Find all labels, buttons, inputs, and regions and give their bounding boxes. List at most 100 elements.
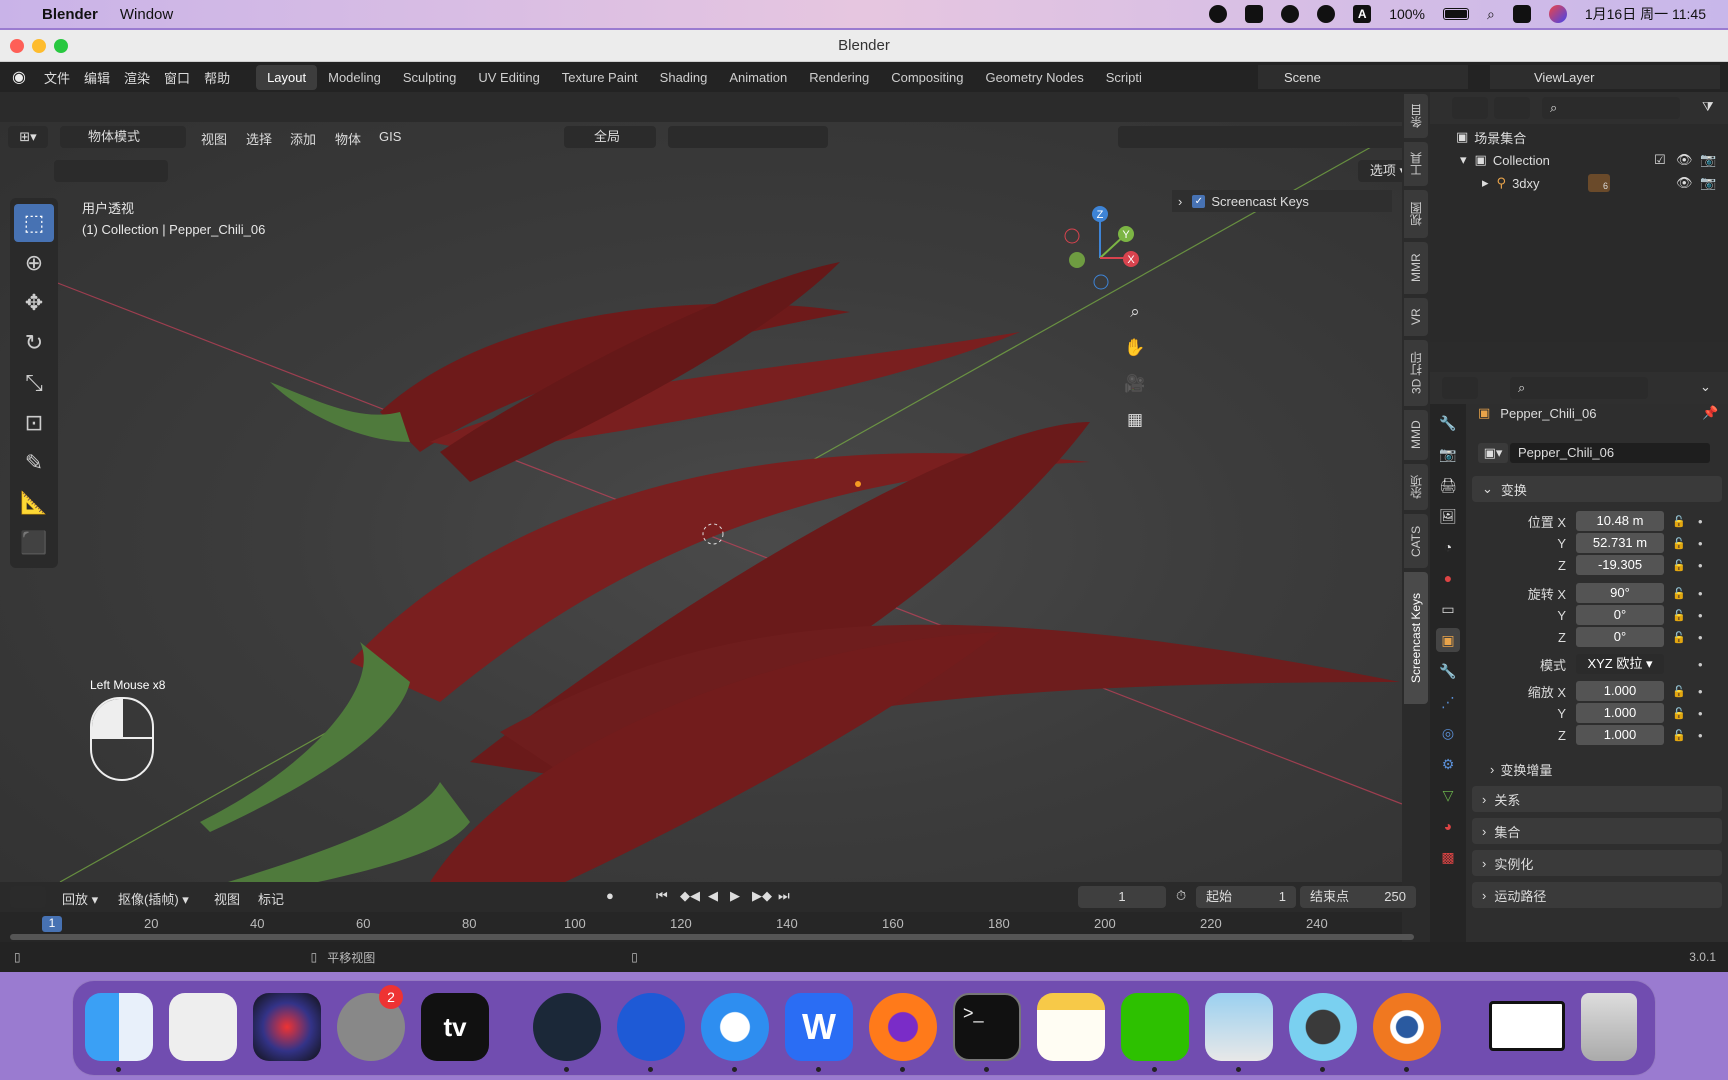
location-y-field[interactable]: 52.731 m [1576, 533, 1664, 553]
instancing-section-header[interactable]: › 实例化 [1472, 850, 1722, 876]
navigation-gizmo[interactable]: Z Y X [1064, 206, 1139, 290]
object-name-field[interactable]: Pepper_Chili_06 [1510, 443, 1710, 463]
scale-y-field[interactable]: 1.000 [1576, 703, 1664, 723]
3d-viewport[interactable]: Z Y X ⊞▾ 物体模式 视图 选择 添加 物体 GIS 全局 选项 ▾ ⬚ … [0, 122, 1402, 882]
object-mode-dropdown[interactable]: 物体模式 [60, 126, 186, 148]
chevron-right-icon[interactable]: › [1178, 194, 1182, 209]
material-tab-icon[interactable]: ◕ [1436, 814, 1460, 838]
properties-search-input[interactable]: ⌕ [1510, 377, 1648, 399]
cursor-tool[interactable]: ⊕ [14, 244, 54, 282]
relations-section-header[interactable]: › 关系 [1472, 786, 1722, 812]
properties-editor-type[interactable] [1442, 377, 1478, 399]
screencast-keys-checkbox[interactable]: ✓ [1192, 194, 1206, 208]
keyframe-dot-icon[interactable]: • [1698, 684, 1703, 699]
camera-view-icon[interactable]: 🎥 [1120, 369, 1150, 399]
lock-icon[interactable]: 🔓 [1672, 707, 1692, 720]
sidebar-tab-misc[interactable]: 杂项 [1404, 464, 1428, 510]
jump-keyframe-back-icon[interactable]: ◆◀ [680, 888, 700, 904]
tab-texture-paint[interactable]: Texture Paint [551, 65, 649, 90]
battery-icon[interactable] [1443, 8, 1470, 20]
lock-icon[interactable]: 🔓 [1672, 631, 1692, 644]
finder-icon[interactable] [85, 993, 153, 1061]
filter-icon[interactable]: ⧩ [1702, 99, 1714, 115]
keyframe-dot-icon[interactable]: • [1698, 586, 1703, 601]
blender-app-icon[interactable] [1373, 993, 1441, 1061]
viewport-menu-object[interactable]: 物体 [335, 129, 361, 148]
blender-logo-icon[interactable]: ◉ [12, 67, 34, 87]
outliner-editor-type[interactable] [1452, 97, 1488, 119]
keyframe-dot-icon[interactable]: • [1698, 608, 1703, 623]
visibility-eye-icon[interactable]: 👁 [1676, 152, 1693, 168]
visibility-eye-icon[interactable]: 👁 [1676, 175, 1693, 191]
render-camera-icon[interactable]: 📷 [1700, 175, 1716, 191]
menu-help[interactable]: 帮助 [204, 68, 230, 87]
wechat-app-icon[interactable] [1121, 993, 1189, 1061]
tab-layout[interactable]: Layout [256, 64, 318, 90]
jump-start-icon[interactable]: ⏮ [656, 888, 668, 904]
tool-tab-icon[interactable]: 🔧 [1436, 411, 1460, 435]
keyframe-dot-icon[interactable]: • [1698, 514, 1703, 529]
menu-render[interactable]: 渲染 [124, 68, 150, 87]
location-z-field[interactable]: -19.305 [1576, 555, 1664, 575]
keyframe-dot-icon[interactable]: • [1698, 657, 1703, 672]
delta-transform-row[interactable]: › 变换增量 [1466, 758, 1728, 780]
shading-buttons[interactable] [1118, 126, 1402, 148]
render-tab-icon[interactable]: 📷 [1436, 442, 1460, 466]
keyframe-dot-icon[interactable]: • [1698, 536, 1703, 551]
tab-uv-editing[interactable]: UV Editing [467, 65, 550, 90]
sidebar-tab-mmr[interactable]: MMR [1404, 242, 1428, 294]
pivot-snap-buttons[interactable] [668, 126, 828, 148]
perspective-toggle-icon[interactable]: ▦ [1120, 405, 1150, 435]
tab-compositing[interactable]: Compositing [880, 65, 974, 90]
notes-icon[interactable] [1037, 993, 1105, 1061]
screen-record-icon[interactable] [1209, 5, 1228, 23]
annotate-tool[interactable]: ✎ [14, 444, 54, 482]
constraints-tab-icon[interactable]: ⚙ [1436, 752, 1460, 776]
stopwatch-icon[interactable]: ⏱ [1176, 888, 1186, 904]
menu-file[interactable]: 文件 [44, 68, 70, 87]
scale-z-field[interactable]: 1.000 [1576, 725, 1664, 745]
launchpad-icon[interactable] [169, 993, 237, 1061]
select-box-tool[interactable]: ⬚ [14, 204, 54, 242]
collection-tab-icon[interactable]: ▭ [1436, 597, 1460, 621]
sidebar-tab-item[interactable]: 条目 [1404, 94, 1428, 138]
rotation-z-field[interactable]: 0° [1576, 627, 1664, 647]
view-layer-selector[interactable]: ViewLayer [1490, 65, 1720, 89]
chevron-right-icon[interactable]: ▸ [1482, 175, 1489, 191]
lock-icon[interactable]: 🔓 [1672, 515, 1692, 528]
end-frame-field[interactable]: 结束点 250 [1300, 886, 1416, 908]
chevron-down-icon[interactable]: ▾ [1460, 152, 1467, 168]
play-icon[interactable]: ▶ [730, 888, 740, 904]
terminal-icon[interactable]: >_ [953, 993, 1021, 1061]
menu-edit[interactable]: 编辑 [84, 68, 110, 87]
feishu-app-icon[interactable] [617, 993, 685, 1061]
pin-icon[interactable]: 📌 [1702, 405, 1718, 421]
sidebar-tab-view[interactable]: 视图 [1404, 190, 1428, 238]
scene-tab-icon[interactable]: ◔ [1436, 535, 1460, 559]
sidebar-tab-vr[interactable]: VR [1404, 298, 1428, 336]
measure-tool[interactable]: 📐 [14, 484, 54, 522]
timeline-view-menu[interactable]: 视图 [214, 889, 240, 908]
sidebar-tab-tool[interactable]: 工具 [1404, 142, 1428, 186]
chevron-down-icon[interactable]: ⌄ [1700, 379, 1711, 395]
viewport-menu-add[interactable]: 添加 [290, 129, 316, 148]
output-tab-icon[interactable]: 🖨 [1436, 473, 1460, 497]
modifier-tab-icon[interactable]: 🔧 [1436, 659, 1460, 683]
outliner-display-mode[interactable] [1494, 97, 1530, 119]
timeline-marker-menu[interactable]: 标记 [258, 889, 284, 908]
apple-tv-icon[interactable]: tv [421, 993, 489, 1061]
close-window-button[interactable] [10, 39, 24, 53]
safari-icon[interactable] [701, 993, 769, 1061]
texture-tab-icon[interactable]: ▩ [1436, 845, 1460, 869]
keying-menu[interactable]: 抠像(插帧) ▾ [118, 889, 189, 908]
tab-geometry-nodes[interactable]: Geometry Nodes [974, 65, 1094, 90]
outliner-scene-collection[interactable]: ▣ 场景集合 [1430, 126, 1728, 148]
start-frame-field[interactable]: 起始 1 [1196, 886, 1296, 908]
tab-shading[interactable]: Shading [649, 65, 719, 90]
firefox-icon[interactable] [869, 993, 937, 1061]
control-center-icon[interactable] [1512, 5, 1531, 23]
zoom-view-icon[interactable]: ⌕ [1120, 297, 1150, 327]
jump-end-icon[interactable]: ⏭ [778, 888, 790, 904]
outliner-collection-row[interactable]: ▾ ▣ Collection ☑ 👁 📷 [1430, 149, 1728, 171]
render-camera-icon[interactable]: 📷 [1700, 152, 1716, 168]
